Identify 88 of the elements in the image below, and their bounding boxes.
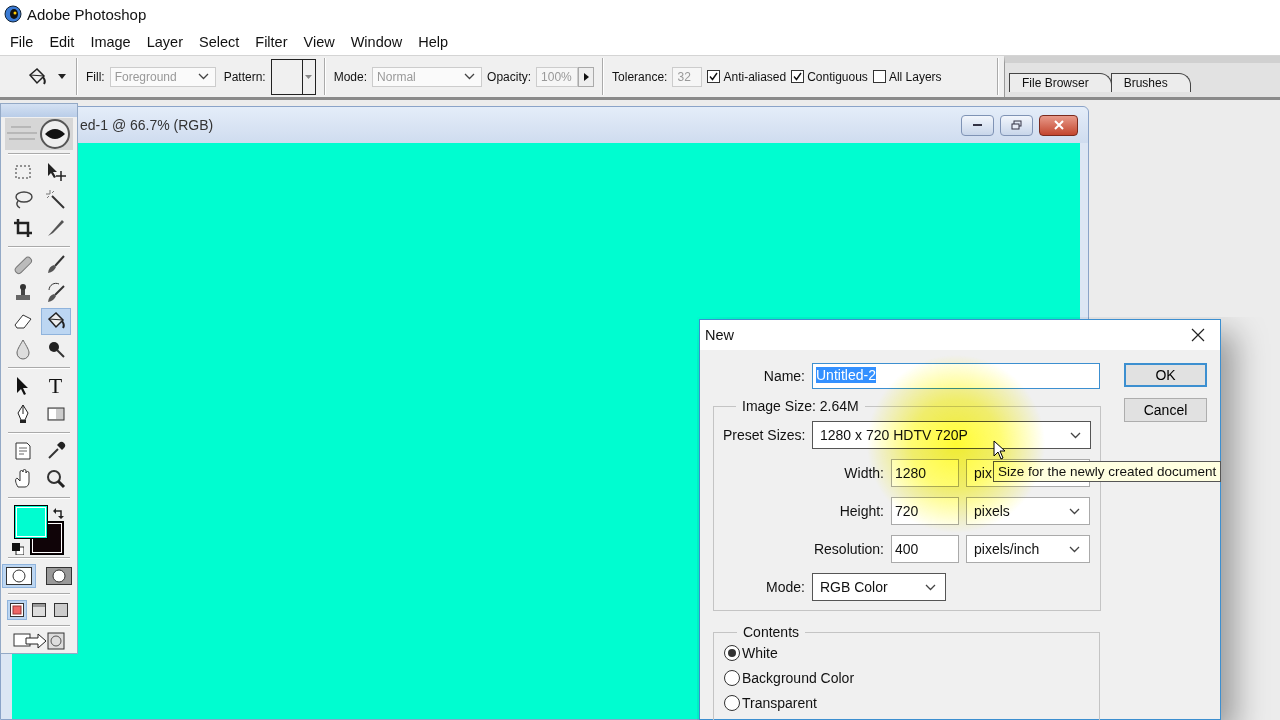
window-arrow-icon [12,630,66,652]
checkbox[interactable] [791,70,805,83]
cancel-button[interactable]: Cancel [1124,398,1207,422]
radio-label: Transparent [742,694,817,711]
menu-item[interactable]: Window [342,30,411,53]
full-screen-mode-button[interactable] [51,600,71,620]
restore-button[interactable] [1000,114,1033,136]
menubar-screen-mode-button[interactable] [29,600,49,620]
check-icon [793,72,803,81]
quick-mask-icon [46,567,72,585]
checkbox-label: Anti-aliased [723,69,787,84]
field-label: Pattern: [223,69,266,84]
field-label: Height: [838,503,884,519]
crop-icon [11,217,34,240]
window-title: Adobe Photoshop [27,5,147,23]
group-label: Contents [742,624,801,640]
field-label: Preset Sizes: [723,427,805,443]
field-label: Fill: [86,69,105,84]
ok-button[interactable]: OK [1124,363,1207,387]
dialog-title: New [704,327,734,343]
type-tool-button[interactable]: T [40,372,71,400]
unit-dropdown[interactable]: pixels/inch [966,535,1090,563]
radio-label: White [742,644,778,661]
triangle-right-icon [583,72,589,81]
number-field[interactable]: 720 [891,497,959,525]
field-label: Name: [762,368,805,384]
restore-icon [1011,120,1022,130]
caret-icon [58,74,66,79]
checkbox-label: All Layers [888,69,942,84]
chevron-down-icon [1070,431,1081,439]
checkbox[interactable] [707,70,721,83]
swap-arrows-icon [53,506,65,519]
window-icon [54,603,68,617]
unit-dropdown[interactable]: pixels [966,497,1090,525]
arrow-button[interactable] [578,66,595,87]
caret-icon [305,74,313,79]
field-label: Tolerance: [612,69,668,84]
minimize-icon [973,124,982,126]
menu-item[interactable]: Layer [138,30,191,53]
standard-mode-icon [6,567,32,585]
menu-item[interactable]: Select [190,30,248,53]
logo-icon [5,116,73,151]
zoom-icon [44,468,67,491]
chevron-down-icon [1069,507,1080,515]
radio-label: Background Color [742,669,855,686]
field-label: Width: [843,465,884,481]
menu-item[interactable]: View [295,30,343,53]
tooltip: Size for the newly created document [993,461,1222,482]
field-label: Mode: [765,579,805,595]
checkbox[interactable] [872,70,886,83]
chevron-down-icon [925,583,936,591]
preset-dropdown[interactable]: 1280 x 720 HDTV 720P [812,421,1091,449]
palette-tab[interactable]: File Browser [1009,73,1112,92]
default-colors-icon [12,542,24,555]
chevron-down-icon [197,73,209,80]
close-button[interactable] [1039,114,1078,136]
close-icon [1053,120,1064,130]
group-label: Image Size: 2.64M [741,398,860,414]
standard-screen-mode-button[interactable] [7,600,27,620]
checkbox-label: Contiguous [807,69,868,84]
palette-tab[interactable]: Brushes [1110,73,1191,92]
bucket-tool-button[interactable] [40,307,71,335]
chevron-down-icon [1069,545,1080,553]
chevron-down-icon [464,73,476,80]
close-icon [1191,328,1205,342]
field-label: Resolution: [812,541,884,557]
document-title: ed-1 @ 66.7% (RGB) [79,117,214,133]
menu-item[interactable]: Filter [247,30,296,53]
menu-item[interactable]: Image [82,30,139,53]
menu-item[interactable]: Edit [41,30,83,53]
mode-dropdown[interactable]: RGB Color [812,573,946,601]
minimize-button[interactable] [961,114,994,136]
radio-button[interactable] [724,694,740,711]
menu-item[interactable]: File [2,30,42,53]
radio-button[interactable] [724,644,740,661]
window-icon [32,603,46,617]
foreground-color-swatch[interactable] [14,504,48,539]
menu-item[interactable]: Help [410,30,457,53]
radio-button[interactable] [724,669,740,686]
pattern-picker[interactable] [270,58,316,95]
field-label: Opacity: [487,69,532,84]
window-icon [10,603,24,617]
field-label: Mode: [333,69,368,84]
standard-mask-mode-button[interactable] [2,564,36,588]
check-icon [709,72,719,81]
number-field[interactable]: 400 [891,535,959,563]
number-field[interactable]: 1280 [891,459,959,487]
app-icon [4,5,22,23]
